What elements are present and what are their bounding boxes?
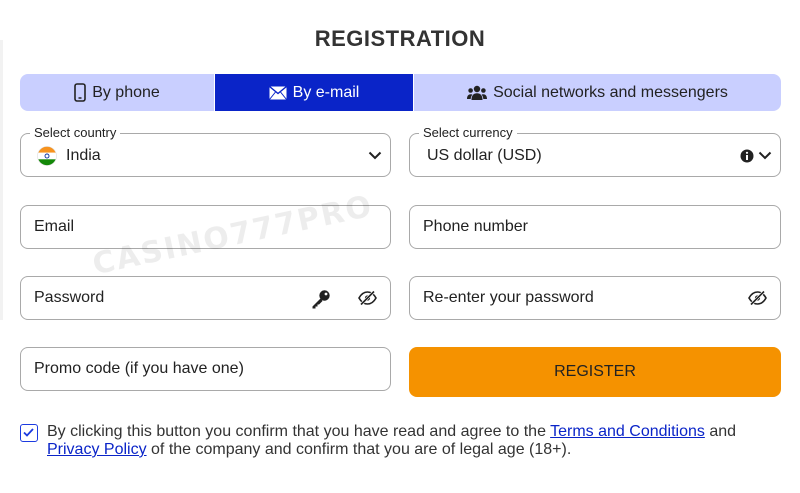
registration-method-tabs: By phone By e-mail Social networks and m… (20, 74, 781, 111)
chevron-down-icon (758, 151, 772, 160)
tab-by-email-label: By e-mail (292, 83, 360, 101)
currency-value: US dollar (USD) (427, 147, 542, 164)
email-placeholder: Email (34, 218, 75, 235)
info-icon[interactable] (740, 149, 754, 163)
promo-code-field[interactable]: Promo code (if you have one) (20, 347, 391, 391)
india-flag-icon (37, 146, 57, 166)
eye-slash-icon[interactable] (358, 290, 377, 306)
tab-by-phone-label: By phone (92, 83, 160, 101)
email-field[interactable]: Email (20, 205, 391, 249)
tab-social-networks[interactable]: Social networks and messengers (414, 74, 781, 111)
currency-select-legend: Select currency (419, 125, 517, 140)
country-select-legend: Select country (30, 125, 121, 140)
register-button[interactable]: REGISTER (409, 347, 781, 397)
terms-and-conditions-link[interactable]: Terms and Conditions (550, 423, 705, 440)
page-title: REGISTRATION (314, 26, 486, 51)
consent-text-before: By clicking this button you confirm that… (47, 423, 551, 440)
phone-number-placeholder: Phone number (423, 218, 528, 235)
tab-by-phone[interactable]: By phone (20, 74, 215, 111)
consent-text-after: of the company and confirm that you are … (146, 441, 572, 458)
country-select[interactable]: Select country India (20, 125, 391, 177)
consent-checkbox[interactable] (20, 424, 38, 442)
phone-number-field[interactable]: Phone number (409, 205, 781, 249)
re-enter-password-field[interactable]: Re-enter your password (409, 276, 781, 320)
currency-select[interactable]: Select currency US dollar (USD) (409, 125, 781, 177)
users-icon (467, 85, 488, 100)
re-enter-password-placeholder: Re-enter your password (423, 289, 594, 306)
smartphone-icon (74, 83, 86, 102)
eye-slash-icon[interactable] (748, 290, 767, 306)
country-value: India (66, 147, 101, 164)
tab-social-networks-label: Social networks and messengers (493, 83, 728, 101)
consent-text: By clicking this button you confirm that… (47, 423, 787, 459)
privacy-policy-link[interactable]: Privacy Policy (47, 441, 147, 458)
page-edge-shadow (0, 40, 3, 320)
promo-code-placeholder: Promo code (if you have one) (34, 360, 244, 377)
envelope-icon (268, 85, 287, 100)
tab-by-email[interactable]: By e-mail (215, 74, 414, 111)
consent-text-middle: and (704, 423, 737, 440)
checkmark-icon (23, 428, 34, 437)
chevron-down-icon (368, 151, 382, 160)
password-placeholder: Password (34, 289, 105, 306)
password-field[interactable]: Password (20, 276, 391, 320)
key-icon[interactable] (311, 289, 331, 309)
